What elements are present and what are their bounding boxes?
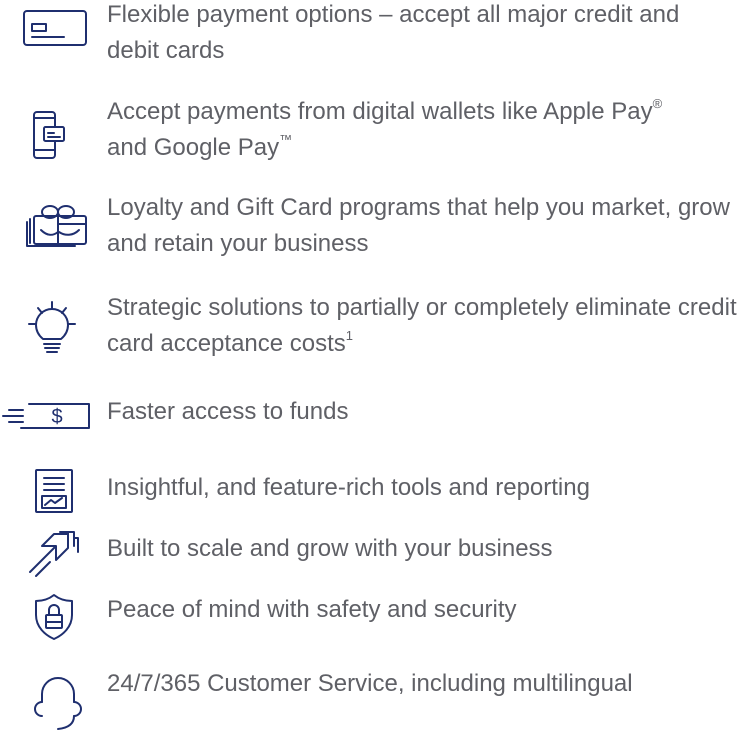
feature-text: Faster access to funds [107,398,349,425]
fast-money-icon: $ [1,402,91,430]
gift-card-icon [25,202,89,248]
lightbulb-icon [24,300,80,360]
digital-wallet-icon [32,110,88,160]
feature-text: 24/7/365 Customer Service, including mul… [107,670,633,697]
security-shield-icon [33,593,75,641]
feature-item-digital-wallets: Accept payments from digital wallets lik… [0,96,749,182]
feature-item-strategic-solutions: Strategic solutions to partially or comp… [0,292,749,382]
headset-icon [34,672,82,732]
feature-item-customer-service: 24/7/365 Customer Service, including mul… [0,662,749,732]
feature-item-built-to-scale: Built to scale and grow with your busine… [0,526,749,586]
report-chart-icon [34,468,78,514]
svg-text:$: $ [51,406,62,428]
feature-item-faster-funds: $ Faster access to funds [0,394,749,454]
feature-text: Peace of mind with safety and security [107,596,517,623]
feature-item-safety-security: Peace of mind with safety and security [0,586,749,646]
growth-arrow-icon [28,530,80,578]
feature-text: Loyalty and Gift Card programs that help… [107,194,730,257]
feature-text: Flexible payment options – accept all ma… [107,1,680,64]
credit-card-icon [22,9,88,47]
feature-item-tools-reporting: Insightful, and feature-rich tools and r… [0,458,749,528]
feature-item-payment-options: Flexible payment options – accept all ma… [0,0,749,80]
feature-text: Accept payments from digital wallets lik… [107,96,663,161]
feature-text: Built to scale and grow with your busine… [107,535,553,562]
feature-text: Insightful, and feature-rich tools and r… [107,474,590,501]
feature-text: Strategic solutions to partially or comp… [107,294,737,357]
feature-item-loyalty-gift: Loyalty and Gift Card programs that help… [0,192,749,278]
